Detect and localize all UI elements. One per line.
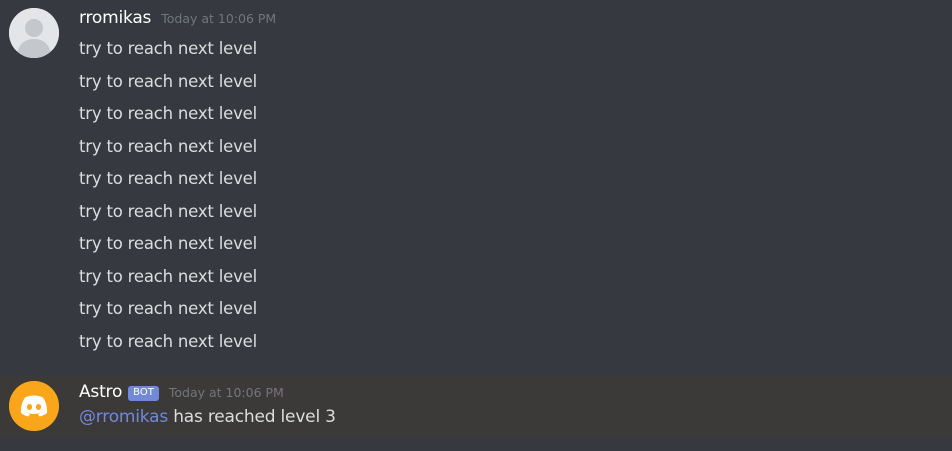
message-line: try to reach next level (79, 169, 257, 188)
message-line: try to reach next level (79, 299, 257, 318)
username[interactable]: rromikas (79, 8, 151, 28)
message-group-astro: Astro BOT Today at 10:06 PM @rromikas ha… (0, 376, 952, 437)
default-user-avatar-icon (9, 8, 59, 58)
message-line: try to reach next level (79, 39, 257, 58)
message-text: has reached level 3 (168, 407, 336, 427)
message-content: @rromikas has reached level 3 (79, 407, 336, 427)
message-timestamp: Today at 10:06 PM (168, 385, 284, 400)
message-group-rromikas: rromikas Today at 10:06 PM try to reach … (0, 0, 952, 376)
message-line: try to reach next level (79, 136, 257, 156)
username[interactable]: Astro (79, 382, 122, 402)
message-line: try to reach next level (79, 71, 257, 91)
message-line: try to reach next level (79, 234, 257, 253)
message-timestamp: Today at 10:06 PM (161, 11, 277, 26)
message-header: rromikas Today at 10:06 PM (79, 8, 276, 28)
message-line: try to reach next level (79, 104, 257, 123)
message-header: Astro BOT Today at 10:06 PM (79, 382, 284, 403)
bot-avatar[interactable] (9, 381, 59, 431)
bot-tag: BOT (128, 386, 159, 401)
message-lines: try to reach next level try to reach next… (79, 33, 257, 358)
message-line: try to reach next level (79, 331, 257, 351)
message-line: try to reach next level (79, 266, 257, 286)
user-avatar[interactable] (9, 8, 59, 58)
user-mention[interactable]: @rromikas (79, 407, 168, 427)
discord-logo-icon (9, 381, 59, 431)
message-line: try to reach next level (79, 201, 257, 221)
